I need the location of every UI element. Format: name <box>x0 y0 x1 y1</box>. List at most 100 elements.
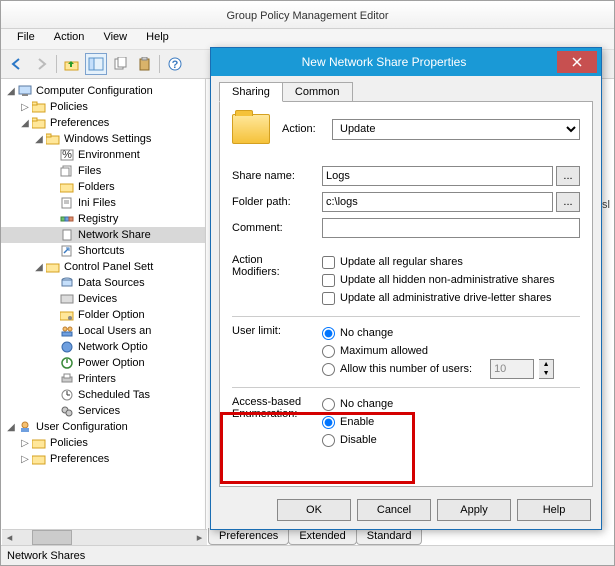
menu-view[interactable]: View <box>95 29 135 45</box>
spinner-up[interactable]: ▲ <box>539 360 553 369</box>
tree-user-preferences[interactable]: Preferences <box>50 453 109 465</box>
tab-preferences[interactable]: Preferences <box>208 528 289 545</box>
paste-button[interactable] <box>133 53 155 75</box>
user-limit-nochange-label: No change <box>340 327 393 339</box>
apply-button[interactable]: Apply <box>437 499 511 521</box>
tree-computer-config[interactable]: Computer Configuration <box>36 85 153 97</box>
main-window: Group Policy Management Editor File Acti… <box>0 0 615 566</box>
toolbar-separator <box>159 55 160 73</box>
tab-standard[interactable]: Standard <box>356 528 423 545</box>
scroll-left-arrow[interactable]: ◂ <box>2 530 17 545</box>
tree-toggle[interactable]: ▷ <box>19 454 31 465</box>
help-button[interactable]: ? <box>164 53 186 75</box>
share-name-browse-button[interactable]: ... <box>556 166 580 186</box>
tree-environment[interactable]: Environment <box>78 149 140 161</box>
ok-button[interactable]: OK <box>277 499 351 521</box>
user-limit-maximum-radio[interactable] <box>322 345 335 358</box>
tree-scheduled-tasks[interactable]: Scheduled Tas <box>78 389 150 401</box>
dialog-body: Action: Update Share name: ... Folder pa… <box>219 101 593 487</box>
tree-devices[interactable]: Devices <box>78 293 117 305</box>
cancel-button[interactable]: Cancel <box>357 499 431 521</box>
users-icon <box>59 323 75 339</box>
tree-printers[interactable]: Printers <box>78 373 116 385</box>
tree-toggle[interactable]: ◢ <box>33 262 45 273</box>
tab-sharing[interactable]: Sharing <box>219 82 283 102</box>
shortcut-icon <box>59 243 75 259</box>
tree-user-config[interactable]: User Configuration <box>36 421 128 433</box>
scroll-right-arrow[interactable]: ▸ <box>192 530 207 545</box>
tree-preferences[interactable]: Preferences <box>50 117 109 129</box>
data-sources-icon <box>59 275 75 291</box>
user-limit-nochange-radio[interactable] <box>322 327 335 340</box>
tree-toggle[interactable]: ◢ <box>5 86 17 97</box>
share-name-input[interactable] <box>322 166 553 186</box>
menubar: File Action View Help <box>1 29 614 49</box>
user-limit-value <box>490 359 534 379</box>
copy-button[interactable] <box>109 53 131 75</box>
update-regular-shares-checkbox[interactable] <box>322 256 335 269</box>
tree-hscroll[interactable]: ◂ ▸ <box>2 529 207 545</box>
computer-config-icon <box>17 83 33 99</box>
user-limit-spinner[interactable]: ▲▼ <box>490 359 554 379</box>
help-button[interactable]: Help <box>517 499 591 521</box>
tree-toggle[interactable]: ◢ <box>19 118 31 129</box>
files-icon <box>59 163 75 179</box>
tree-windows-settings[interactable]: Windows Settings <box>64 133 151 145</box>
svg-text:?: ? <box>172 59 179 71</box>
update-hidden-shares-checkbox[interactable] <box>322 274 335 287</box>
tree-local-users[interactable]: Local Users an <box>78 325 151 337</box>
user-limit-label: User limit: <box>232 325 281 337</box>
tree-services[interactable]: Services <box>78 405 120 417</box>
show-hide-tree-button[interactable] <box>85 53 107 75</box>
folder-icon <box>31 99 47 115</box>
printers-icon <box>59 371 75 387</box>
abe-enable-radio[interactable] <box>322 416 335 429</box>
folder-path-label: Folder path: <box>232 196 291 208</box>
menu-file[interactable]: File <box>9 29 43 45</box>
tree-folder-options[interactable]: Folder Option <box>78 309 145 321</box>
folder-options-icon <box>59 307 75 323</box>
abe-nochange-radio[interactable] <box>322 398 335 411</box>
action-select[interactable]: Update <box>332 119 580 140</box>
tree-registry[interactable]: Registry <box>78 213 118 225</box>
scroll-thumb[interactable] <box>32 530 72 545</box>
folder-path-browse-button[interactable]: ... <box>556 192 580 212</box>
tab-extended[interactable]: Extended <box>288 528 356 545</box>
up-folder-button[interactable] <box>61 53 83 75</box>
tree-toggle[interactable]: ▷ <box>19 438 31 449</box>
folder-path-input[interactable] <box>322 192 553 212</box>
back-button[interactable] <box>6 53 28 75</box>
tree-network-options[interactable]: Network Optio <box>78 341 148 353</box>
tree-data-sources[interactable]: Data Sources <box>78 277 145 289</box>
tree-shortcuts[interactable]: Shortcuts <box>78 245 124 257</box>
dialog-titlebar[interactable]: New Network Share Properties <box>211 48 601 76</box>
update-admin-shares-checkbox[interactable] <box>322 292 335 305</box>
tree-power-options[interactable]: Power Option <box>78 357 145 369</box>
abe-disable-label: Disable <box>340 434 377 446</box>
services-icon <box>59 403 75 419</box>
user-limit-allow-radio[interactable] <box>322 363 335 376</box>
tree-folders[interactable]: Folders <box>78 181 115 193</box>
menu-help[interactable]: Help <box>138 29 177 45</box>
separator <box>232 387 580 388</box>
tree-toggle[interactable]: ▷ <box>19 102 31 113</box>
close-button[interactable] <box>557 51 597 73</box>
comment-input[interactable] <box>322 218 580 238</box>
tree-toggle[interactable]: ◢ <box>33 134 45 145</box>
abe-disable-radio[interactable] <box>322 434 335 447</box>
user-config-icon <box>17 419 33 435</box>
tree-control-panel-settings[interactable]: Control Panel Sett <box>64 261 153 273</box>
tree-user-policies[interactable]: Policies <box>50 437 88 449</box>
tree-pane[interactable]: ◢ Computer Configuration ▷ Policies ◢ Prefe… <box>1 79 206 545</box>
menu-action[interactable]: Action <box>46 29 93 45</box>
tree-files[interactable]: Files <box>78 165 101 177</box>
forward-button[interactable] <box>30 53 52 75</box>
abe-label: Access-based Enumeration: <box>232 396 301 420</box>
tree-ini-files[interactable]: Ini Files <box>78 197 116 209</box>
update-admin-shares-label: Update all administrative drive-letter s… <box>340 292 552 304</box>
tree-policies[interactable]: Policies <box>50 101 88 113</box>
spinner-down[interactable]: ▼ <box>539 369 553 378</box>
tab-common[interactable]: Common <box>282 82 353 102</box>
tree-toggle[interactable]: ◢ <box>5 422 17 433</box>
tree-network-shares[interactable]: Network Share <box>78 229 151 241</box>
